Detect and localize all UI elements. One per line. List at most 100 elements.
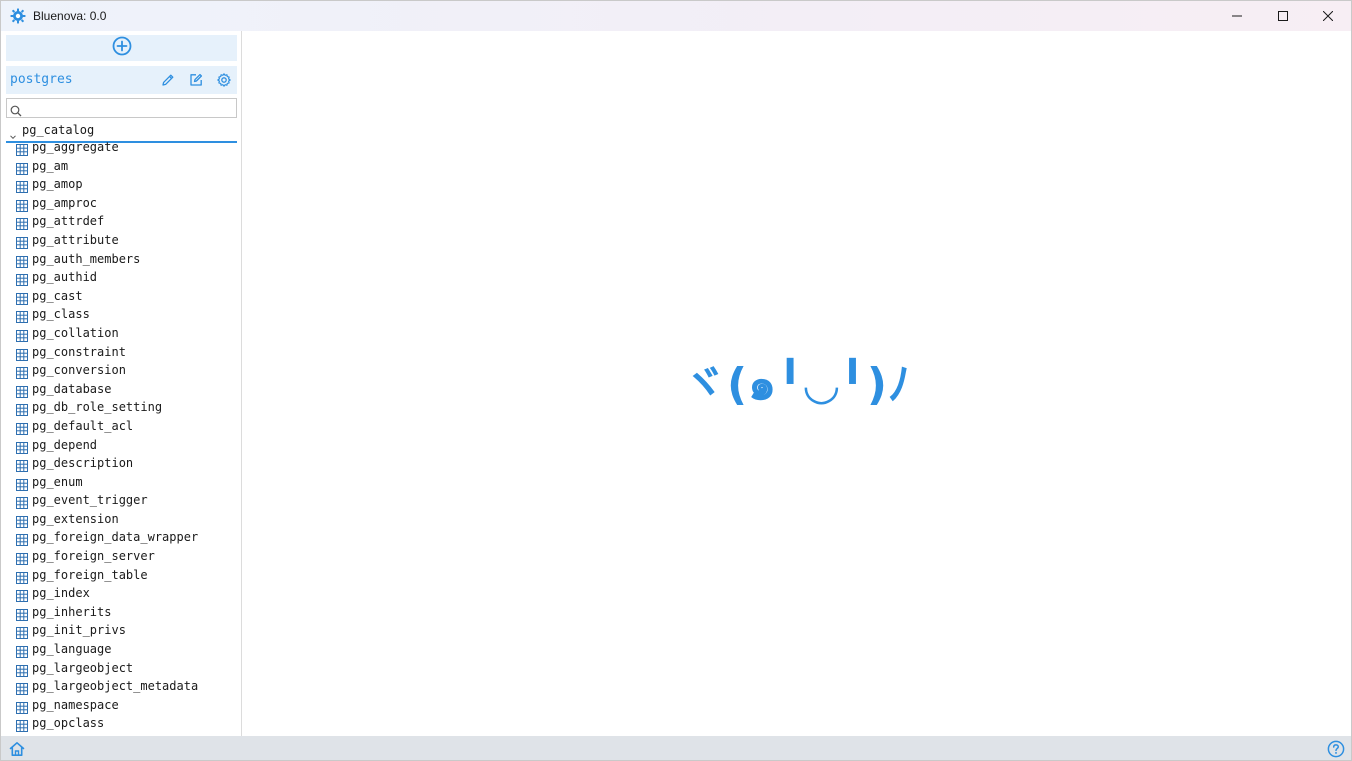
table-grid-icon	[16, 308, 28, 324]
table-item[interactable]: pg_opclass	[1, 714, 241, 733]
table-name: pg_attrdef	[32, 214, 105, 229]
home-button[interactable]	[8, 740, 26, 758]
table-name: pg_description	[32, 456, 134, 471]
table-item[interactable]: pg_auth_members	[1, 250, 241, 269]
table-name: pg_foreign_table	[32, 567, 148, 582]
table-item[interactable]: pg_database	[1, 380, 241, 399]
minimize-button[interactable]	[1214, 1, 1260, 31]
close-icon	[1323, 11, 1333, 21]
table-grid-icon	[16, 197, 28, 212]
table-item[interactable]: pg_cast	[1, 287, 241, 306]
table-item[interactable]: pg_init_privs	[1, 621, 241, 640]
table-grid-icon	[16, 364, 28, 380]
bluenova-gear-icon	[10, 8, 26, 24]
minimize-icon	[1232, 11, 1242, 21]
table-item[interactable]: pg_class	[1, 305, 241, 324]
table-grid-icon	[16, 550, 28, 566]
table-name: pg_am	[32, 158, 69, 173]
table-name: pg_foreign_server	[32, 549, 155, 564]
table-grid-icon	[16, 178, 28, 194]
table-item[interactable]: pg_enum	[1, 473, 241, 492]
window-title: Bluenova: 0.0	[33, 9, 107, 23]
table-name: pg_index	[32, 586, 90, 601]
table-item[interactable]: pg_collation	[1, 324, 241, 343]
table-name: pg_amproc	[32, 195, 98, 210]
table-name: pg_init_privs	[32, 623, 126, 638]
table-item[interactable]: pg_authid	[1, 268, 241, 287]
table-grid-icon	[16, 420, 28, 435]
table-grid-icon	[16, 439, 28, 454]
table-grid-icon	[16, 457, 28, 473]
close-button[interactable]	[1305, 1, 1351, 31]
title-bar: Bluenova: 0.0	[1, 1, 1351, 31]
table-item[interactable]: pg_foreign_table	[1, 566, 241, 585]
table-grid-icon	[16, 346, 28, 361]
table-grid-icon	[16, 290, 28, 305]
table-grid-icon	[16, 215, 28, 231]
table-item[interactable]: pg_attribute	[1, 231, 241, 250]
table-item[interactable]: pg_attrdef	[1, 212, 241, 231]
app-window: Bluenova: 0.0 postgres pg_catalog pg_agg…	[0, 0, 1352, 761]
table-item[interactable]: pg_largeobject_metadata	[1, 677, 241, 696]
table-item[interactable]: pg_conversion	[1, 361, 241, 380]
table-grid-icon	[16, 624, 28, 640]
table-name: pg_authid	[32, 270, 98, 285]
help-icon	[1327, 740, 1345, 760]
table-item[interactable]: pg_amproc	[1, 194, 241, 213]
schema-name: pg_catalog	[22, 123, 95, 137]
chevron-down-icon[interactable]	[9, 126, 17, 140]
table-grid-icon	[16, 160, 28, 175]
table-name: pg_largeobject	[32, 660, 134, 675]
table-item[interactable]: pg_foreign_data_wrapper	[1, 528, 241, 547]
table-name: pg_cast	[32, 288, 83, 303]
table-item[interactable]: pg_language	[1, 640, 241, 659]
table-item[interactable]: pg_index	[1, 584, 241, 603]
table-grid-icon	[16, 253, 28, 268]
table-name: pg_db_role_setting	[32, 400, 163, 415]
home-icon	[8, 742, 26, 760]
table-name: pg_enum	[32, 474, 83, 489]
table-item[interactable]: pg_extension	[1, 510, 241, 529]
sidebar: postgres pg_catalog pg_aggregate pg_am p…	[1, 31, 242, 736]
table-name: pg_event_trigger	[32, 493, 148, 508]
table-grid-icon	[16, 513, 28, 528]
table-grid-icon	[16, 699, 28, 714]
add-connection-button[interactable]	[6, 35, 237, 61]
plus-circle-icon	[112, 36, 132, 60]
table-item[interactable]: pg_foreign_server	[1, 547, 241, 566]
table-name: pg_inherits	[32, 604, 112, 619]
maximize-button[interactable]	[1260, 1, 1306, 31]
table-grid-icon	[16, 662, 28, 677]
new-query-button[interactable]	[188, 72, 204, 88]
table-grid-icon	[16, 587, 28, 603]
table-name: pg_extension	[32, 511, 119, 526]
table-item[interactable]: pg_namespace	[1, 696, 241, 715]
table-item[interactable]: pg_db_role_setting	[1, 398, 241, 417]
table-grid-icon	[16, 383, 28, 398]
pencil-icon	[160, 73, 176, 92]
table-item[interactable]: pg_inherits	[1, 603, 241, 622]
main-panel: ヾ(๑╹◡╹)ﾉ	[242, 31, 1351, 736]
table-item[interactable]: pg_amop	[1, 175, 241, 194]
table-grid-icon	[16, 327, 28, 342]
search-input[interactable]	[25, 100, 230, 114]
search-icon	[10, 102, 22, 117]
table-item[interactable]: pg_default_acl	[1, 417, 241, 436]
connection-settings-button[interactable]	[216, 72, 232, 88]
table-name: pg_collation	[32, 325, 119, 340]
table-grid-icon	[16, 476, 28, 491]
help-button[interactable]	[1327, 740, 1345, 758]
table-grid-icon	[16, 141, 28, 156]
table-item[interactable]: pg_am	[1, 157, 241, 176]
table-item[interactable]: pg_largeobject	[1, 659, 241, 678]
table-item[interactable]: pg_aggregate	[1, 138, 241, 157]
table-name: pg_auth_members	[32, 251, 141, 266]
table-grid-icon	[16, 271, 28, 287]
edit-connection-button[interactable]	[160, 72, 176, 88]
table-item[interactable]: pg_event_trigger	[1, 491, 241, 510]
table-item[interactable]: pg_depend	[1, 436, 241, 455]
search-field[interactable]	[6, 98, 237, 118]
table-item[interactable]: pg_constraint	[1, 343, 241, 362]
connection-item[interactable]: postgres	[6, 66, 237, 94]
table-item[interactable]: pg_description	[1, 454, 241, 473]
